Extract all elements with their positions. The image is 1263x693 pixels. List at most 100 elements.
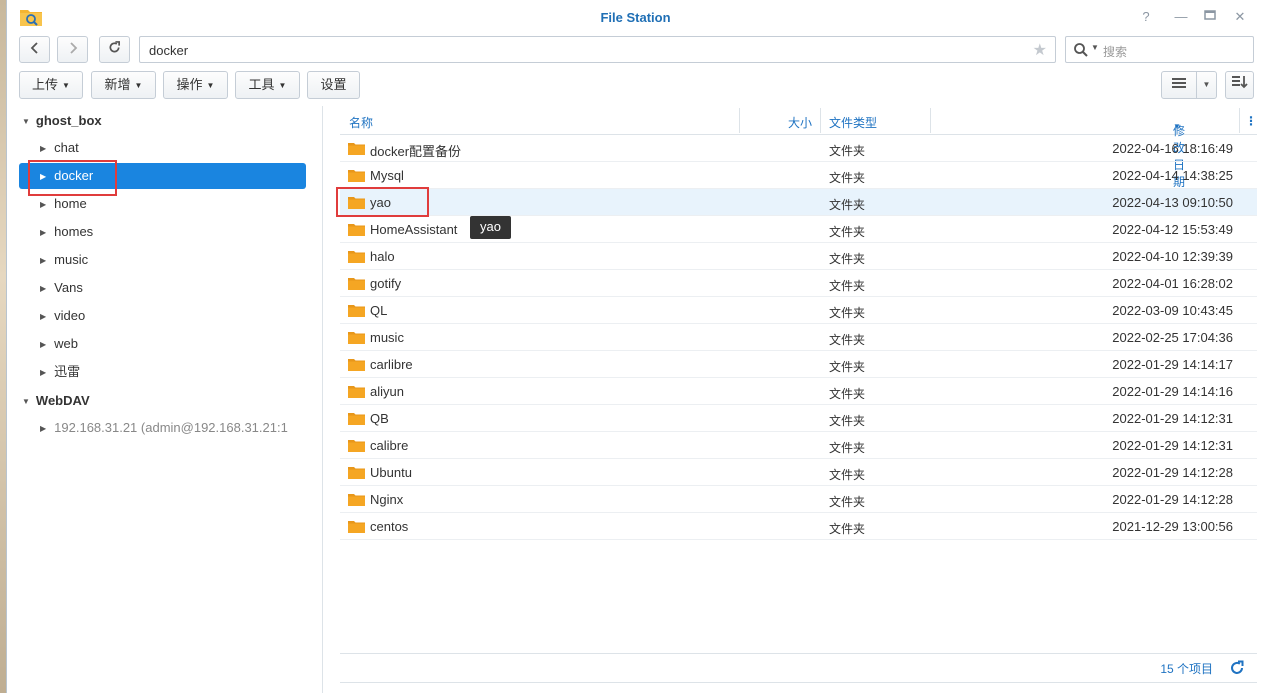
file-name: calibre bbox=[370, 438, 409, 453]
table-row[interactable]: Nginx 文件夹 2022-01-29 14:12:28 bbox=[340, 486, 1257, 513]
file-type: 文件夹 bbox=[829, 522, 866, 536]
search-input[interactable]: ▼ 搜索 bbox=[1065, 36, 1254, 63]
table-row[interactable]: QB 文件夹 2022-01-29 14:12:31 bbox=[340, 405, 1257, 432]
table-row[interactable]: centos 文件夹 2021-12-29 13:00:56 bbox=[340, 513, 1257, 540]
table-row[interactable]: Mysql 文件夹 2022-04-14 14:38:25 bbox=[340, 162, 1257, 189]
refresh-button[interactable] bbox=[99, 36, 130, 63]
tree-root-webdav[interactable]: ▼ WebDAV bbox=[22, 393, 90, 408]
file-date: 2022-04-14 14:38:25 bbox=[1112, 168, 1233, 183]
highlight-box bbox=[28, 160, 117, 196]
status-bar: 15 个项目 bbox=[340, 653, 1257, 683]
collapsed-arrow-icon: ▶ bbox=[40, 340, 47, 349]
help-icon[interactable]: ? bbox=[1138, 9, 1154, 25]
collapsed-arrow-icon: ▶ bbox=[40, 312, 47, 321]
path-input[interactable]: docker ★ bbox=[139, 36, 1056, 63]
folder-icon bbox=[348, 170, 365, 182]
collapsed-arrow-icon: ▶ bbox=[40, 228, 47, 237]
folder-icon bbox=[348, 467, 365, 479]
tree-item-vans[interactable]: ▶ Vans bbox=[19, 275, 306, 301]
forward-button[interactable] bbox=[57, 36, 88, 63]
file-type: 文件夹 bbox=[829, 306, 866, 320]
file-name: gotify bbox=[370, 276, 402, 291]
list-view-button[interactable] bbox=[1161, 71, 1197, 99]
tree-item-web[interactable]: ▶ web bbox=[19, 331, 306, 357]
table-row[interactable]: yao 文件夹 2022-04-13 09:10:50 bbox=[340, 189, 1257, 216]
upload-button[interactable]: 上传 ▼ bbox=[19, 71, 83, 99]
column-size[interactable]: 大小 bbox=[788, 114, 812, 131]
refresh-icon[interactable] bbox=[1229, 660, 1245, 676]
close-icon[interactable]: ✕ bbox=[1232, 9, 1248, 25]
table-row[interactable]: carlibre 文件夹 2022-01-29 14:14:17 bbox=[340, 351, 1257, 378]
sort-button[interactable] bbox=[1225, 71, 1254, 99]
file-type: 文件夹 bbox=[829, 171, 866, 185]
column-name[interactable]: 名称 bbox=[349, 114, 373, 131]
table-row[interactable]: Ubuntu 文件夹 2022-01-29 14:12:28 bbox=[340, 459, 1257, 486]
folder-icon bbox=[348, 386, 365, 398]
tree-root-label: ghost_box bbox=[35, 113, 102, 128]
settings-button[interactable]: 设置 bbox=[307, 71, 360, 99]
favorite-star-icon[interactable]: ★ bbox=[1033, 40, 1047, 60]
navigation-bar: docker ★ ▼ 搜索 bbox=[7, 34, 1263, 64]
folder-icon bbox=[348, 224, 365, 236]
file-type: 文件夹 bbox=[829, 225, 866, 239]
chevron-left-icon bbox=[30, 42, 38, 54]
tree-item-homes[interactable]: ▶ homes bbox=[19, 219, 306, 245]
file-date: 2022-01-29 14:12:28 bbox=[1112, 492, 1233, 507]
maximize-icon[interactable] bbox=[1202, 9, 1218, 25]
file-date: 2022-01-29 14:12:28 bbox=[1112, 465, 1233, 480]
highlight-box bbox=[336, 187, 429, 217]
action-toolbar: 上传 ▼ 新增 ▼ 操作 ▼ 工具 ▼ 设置 ▼ bbox=[7, 70, 1263, 100]
table-row[interactable]: calibre 文件夹 2022-01-29 14:12:31 bbox=[340, 432, 1257, 459]
back-button[interactable] bbox=[19, 36, 50, 63]
table-row[interactable]: docker配置备份 文件夹 2022-04-16 18:16:49 bbox=[340, 135, 1257, 162]
minimize-icon[interactable]: — bbox=[1173, 9, 1189, 25]
search-dropdown-icon[interactable]: ▼ bbox=[1091, 43, 1099, 52]
folder-icon bbox=[348, 359, 365, 371]
collapsed-arrow-icon: ▶ bbox=[40, 368, 47, 377]
table-row[interactable]: aliyun 文件夹 2022-01-29 14:14:16 bbox=[340, 378, 1257, 405]
upload-label: 上传 bbox=[32, 77, 59, 92]
collapsed-arrow-icon: ▶ bbox=[40, 284, 47, 293]
folder-icon bbox=[348, 332, 365, 344]
reload-icon bbox=[109, 41, 120, 53]
tree-root-ghost-box[interactable]: ▼ ghost_box bbox=[22, 113, 102, 128]
tree-item-chat[interactable]: ▶ chat bbox=[19, 135, 306, 161]
tree-item-label: 迅雷 bbox=[54, 364, 81, 379]
file-name: aliyun bbox=[370, 384, 404, 399]
folder-icon bbox=[348, 521, 365, 533]
file-date: 2022-04-10 12:39:39 bbox=[1112, 249, 1233, 264]
tree-item-label: Vans bbox=[54, 280, 83, 295]
collapsed-arrow-icon: ▶ bbox=[40, 200, 47, 209]
table-row[interactable]: halo 文件夹 2022-04-10 12:39:39 bbox=[340, 243, 1257, 270]
list-view-icon bbox=[1172, 78, 1186, 88]
file-list: 名称 大小 文件类型 修改日期 ▼ ⋮ docker配置备份 文件夹 2022-04… bbox=[340, 106, 1257, 693]
file-name: music bbox=[370, 330, 404, 345]
file-type: 文件夹 bbox=[829, 144, 866, 158]
view-dropdown-button[interactable]: ▼ bbox=[1196, 71, 1217, 99]
file-name: Mysql bbox=[370, 168, 404, 183]
chevron-right-icon bbox=[69, 42, 77, 54]
file-name: QL bbox=[370, 303, 388, 318]
tree-item-webdav-server[interactable]: ▶ 192.168.31.21 (admin@192.168.31.21:1 bbox=[19, 415, 306, 441]
tools-button[interactable]: 工具 ▼ bbox=[235, 71, 300, 99]
folder-icon bbox=[348, 251, 365, 263]
file-station-window: File Station ? — ✕ docker ★ ▼ 搜索 上传 ▼ 新增 ▼… bbox=[6, 0, 1263, 693]
create-label: 新增 bbox=[104, 77, 131, 92]
tree-item-xunlei[interactable]: ▶ 迅雷 bbox=[19, 359, 306, 385]
table-row[interactable]: QL 文件夹 2022-03-09 10:43:45 bbox=[340, 297, 1257, 324]
folder-icon bbox=[348, 278, 365, 290]
table-row[interactable]: music 文件夹 2022-02-25 17:04:36 bbox=[340, 324, 1257, 351]
tools-label: 工具 bbox=[248, 77, 275, 92]
create-button[interactable]: 新增 ▼ bbox=[91, 71, 156, 99]
file-date: 2022-01-29 14:14:17 bbox=[1112, 357, 1233, 372]
tree-item-video[interactable]: ▶ video bbox=[19, 303, 306, 329]
column-type[interactable]: 文件类型 bbox=[829, 114, 877, 131]
file-type: 文件夹 bbox=[829, 414, 866, 428]
table-row[interactable]: gotify 文件夹 2022-04-01 16:28:02 bbox=[340, 270, 1257, 297]
file-date: 2022-01-29 14:12:31 bbox=[1112, 438, 1233, 453]
column-options-icon[interactable]: ⋮ bbox=[1245, 114, 1257, 128]
file-type: 文件夹 bbox=[829, 333, 866, 347]
tree-item-music[interactable]: ▶ music bbox=[19, 247, 306, 273]
action-button[interactable]: 操作 ▼ bbox=[163, 71, 228, 99]
collapsed-arrow-icon: ▶ bbox=[40, 424, 47, 433]
